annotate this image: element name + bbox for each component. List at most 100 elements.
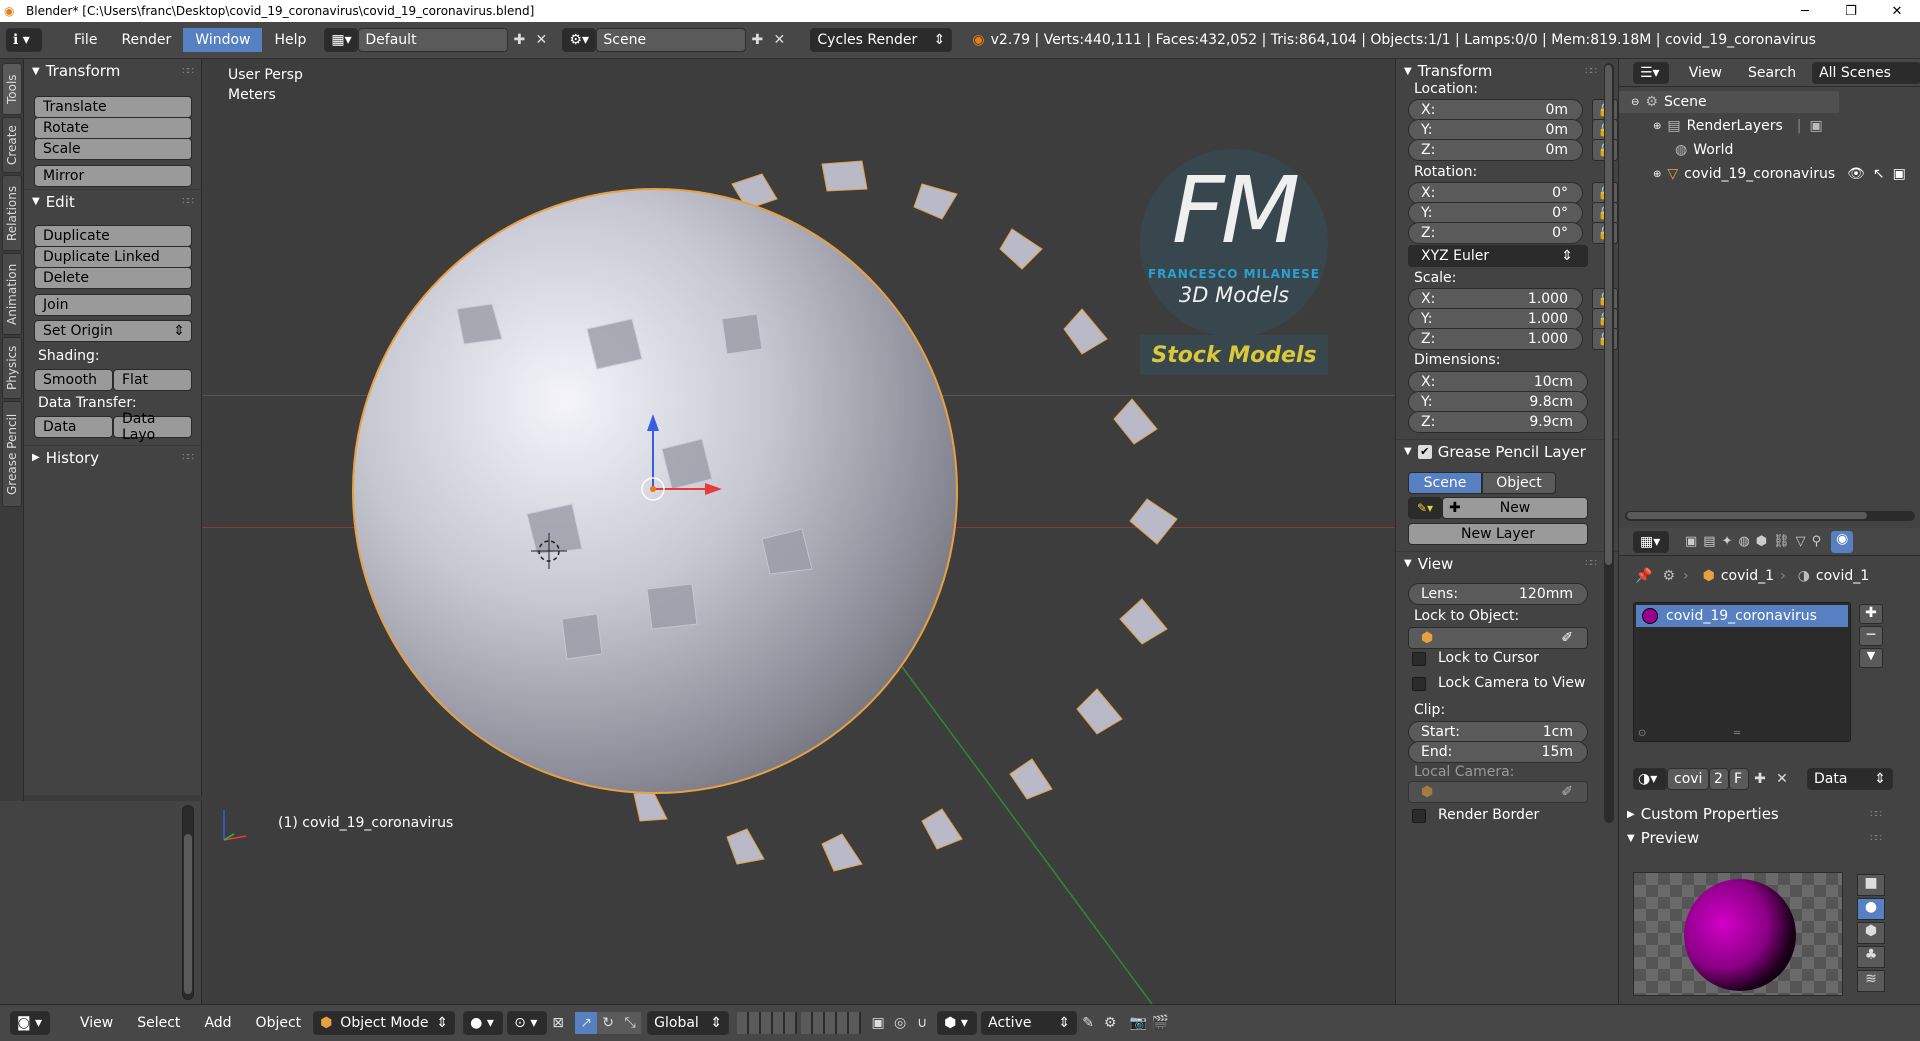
pencil-icon[interactable]: ✎▾ xyxy=(1408,497,1442,519)
data-layout-button[interactable]: Data Layo xyxy=(113,411,192,443)
lock-object-field[interactable]: ⬢ ✐ xyxy=(1408,627,1588,649)
drag-grip-icon[interactable]: ∷∷ xyxy=(1585,66,1597,77)
eyedropper-icon[interactable]: ✐ xyxy=(1561,630,1573,646)
menu-object[interactable]: Object xyxy=(244,1015,314,1031)
fake-user-button[interactable]: F xyxy=(1729,768,1749,790)
eye-icon[interactable]: 👁 xyxy=(1847,166,1865,182)
gp-new-button[interactable]: ✚ New xyxy=(1442,497,1588,519)
maximize-button[interactable]: ❐ xyxy=(1828,4,1874,19)
location-z-field[interactable]: Z: 0m xyxy=(1408,139,1583,161)
delete-button[interactable]: Delete xyxy=(34,267,192,289)
snap-target-select[interactable]: Active ⇕ xyxy=(981,1011,1078,1035)
remove-scene-icon[interactable]: ✕ xyxy=(768,29,790,51)
dimension-x-field[interactable]: X: 10cm xyxy=(1408,371,1588,393)
material-slot-list[interactable]: covid_19_coronavirus ⊙ ═ xyxy=(1633,602,1851,742)
set-origin-select[interactable]: Set Origin ⇕ xyxy=(34,320,192,342)
menu-add[interactable]: Add xyxy=(192,1015,243,1031)
pin-icon[interactable]: 📌 xyxy=(1635,568,1652,584)
opengl-render-icon[interactable]: 📷 xyxy=(1127,1012,1149,1034)
shading-mode-icon[interactable]: ● ▾ xyxy=(463,1011,504,1035)
outliner-search-menu[interactable]: Search xyxy=(1748,65,1796,81)
flat-button[interactable]: Flat xyxy=(113,369,192,391)
add-slot-icon[interactable]: ✚ xyxy=(1859,604,1883,624)
data-button[interactable]: Data xyxy=(34,416,113,438)
preview-monkey-icon[interactable]: ♣ xyxy=(1857,946,1885,968)
scale-z-field[interactable]: Z: 1.000 xyxy=(1408,328,1583,350)
lock-to-cursor-checkbox[interactable] xyxy=(1412,652,1426,666)
proportional-edit-icon[interactable]: ◎ xyxy=(889,1012,911,1034)
remove-slot-icon[interactable]: ─ xyxy=(1859,626,1883,646)
transform-orientation-select[interactable]: Global ⇕ xyxy=(647,1011,730,1035)
render-animation-icon[interactable]: 🎬 xyxy=(1149,1012,1171,1034)
close-button[interactable]: ✕ xyxy=(1874,4,1920,19)
tab-tools[interactable]: Tools xyxy=(2,63,22,115)
outliner-item-object[interactable]: ⊕ ▽ covid_19_coronavirus 👁 ↖ ▣ xyxy=(1619,163,1920,185)
view-panel-header[interactable]: ▼ View ∷∷ xyxy=(1396,551,1618,575)
scene-field[interactable]: Scene xyxy=(596,28,747,52)
menu-view[interactable]: View xyxy=(68,1015,125,1031)
remove-screen-icon[interactable]: ✕ xyxy=(530,29,552,51)
material-link-select[interactable]: Data ⇕ xyxy=(1807,768,1893,790)
duplicate-button[interactable]: Duplicate xyxy=(34,225,192,247)
translate-button[interactable]: Translate xyxy=(34,96,192,118)
screen-layout-icon[interactable]: ▦▾ xyxy=(324,28,359,52)
gp-object-toggle[interactable]: Object xyxy=(1482,472,1556,494)
pivot-point-icon[interactable]: ⊙ ▾ xyxy=(507,1011,548,1035)
outliner-editor-icon[interactable]: ☰▾ xyxy=(1633,61,1669,84)
rotation-x-field[interactable]: X: 0° xyxy=(1408,182,1583,204)
outliner-filter-select[interactable]: All Scenes xyxy=(1812,61,1920,84)
manipulator-toggle-icon[interactable]: ⊠ xyxy=(547,1012,569,1034)
checkbox-checked-icon[interactable]: ✔ xyxy=(1417,444,1432,459)
gp-scene-toggle[interactable]: Scene xyxy=(1408,472,1482,494)
scrollbar-thumb[interactable] xyxy=(184,834,192,994)
preview-cube-icon[interactable]: ⬢ xyxy=(1857,922,1885,944)
transform-panel-header[interactable]: ▼ Transform ∷∷ xyxy=(24,59,201,83)
tab-grease-pencil[interactable]: Grease Pencil xyxy=(2,401,22,507)
drag-grip-icon[interactable]: ∷∷ xyxy=(1585,558,1597,569)
properties-editor-icon[interactable]: ▦▾ xyxy=(1633,530,1669,553)
clip-start-field[interactable]: Start: 1cm xyxy=(1408,721,1588,743)
rotate-button[interactable]: Rotate xyxy=(34,117,192,139)
expand-icon[interactable]: ⊕ xyxy=(1653,121,1661,132)
n-transform-header[interactable]: ▼ Transform ∷∷ xyxy=(1396,59,1618,83)
outliner-hscrollbar[interactable] xyxy=(1625,511,1915,521)
menu-render[interactable]: Render xyxy=(109,28,183,52)
preview-sphere-icon[interactable]: ● xyxy=(1857,898,1885,920)
render-camera-icon[interactable]: ▣ xyxy=(1893,166,1906,182)
scale-y-field[interactable]: Y: 1.000 xyxy=(1408,308,1583,330)
collapse-icon[interactable]: ⊖ xyxy=(1631,97,1639,108)
preview-header[interactable]: ▼ Preview ∷∷ xyxy=(1619,826,1889,850)
scale-manipulator-icon[interactable]: ⤡ xyxy=(619,1012,642,1034)
tab-relations[interactable]: Relations xyxy=(2,175,22,251)
screen-layout-field[interactable]: Default xyxy=(358,28,509,52)
drag-grip-icon[interactable]: ∷∷ xyxy=(182,66,194,77)
lock-camera-checkbox[interactable] xyxy=(1412,677,1426,691)
layer-lock-icon[interactable]: ▣ xyxy=(867,1012,889,1034)
menu-window[interactable]: Window xyxy=(183,28,263,52)
scrollbar[interactable] xyxy=(182,805,194,1000)
location-y-field[interactable]: Y: 0m xyxy=(1408,119,1583,141)
material-slot-item[interactable]: covid_19_coronavirus xyxy=(1636,605,1848,627)
interaction-mode-select[interactable]: ⬢ Object Mode ⇕ xyxy=(313,1011,456,1035)
list-resize-icon[interactable]: ⊙ xyxy=(1638,728,1646,739)
editor-type-3d-icon[interactable]: ◙ ▾ xyxy=(10,1011,50,1035)
drag-grip-icon[interactable]: ∷∷ xyxy=(182,452,194,463)
location-x-field[interactable]: X: 0m xyxy=(1408,99,1583,121)
rotation-y-field[interactable]: Y: 0° xyxy=(1408,202,1583,224)
duplicate-linked-button[interactable]: Duplicate Linked xyxy=(34,246,192,268)
scale-button[interactable]: Scale xyxy=(34,138,192,160)
tab-animation[interactable]: Animation xyxy=(2,253,22,335)
add-material-icon[interactable]: ✚ xyxy=(1749,768,1771,790)
material-users[interactable]: 2 xyxy=(1709,768,1729,790)
properties-tab-icons[interactable]: ▣▤✦◍⬢⛓▽⚲ xyxy=(1685,534,1827,549)
outliner-item-scene[interactable]: ⊖ ⚙ Scene xyxy=(1619,91,1839,113)
add-screen-icon[interactable]: ✚ xyxy=(508,29,530,51)
rotation-z-field[interactable]: Z: 0° xyxy=(1408,222,1583,244)
tab-create[interactable]: Create xyxy=(2,117,22,173)
layer-buttons-1[interactable] xyxy=(737,1012,798,1034)
cursor-select-icon[interactable]: ↖ xyxy=(1873,166,1885,182)
outliner-view-menu[interactable]: View xyxy=(1689,65,1722,81)
3d-viewport[interactable]: User Persp Meters (1) covid_19_coronavir… xyxy=(202,59,1395,1004)
snap-icon[interactable]: ∪ xyxy=(911,1012,933,1034)
lens-field[interactable]: Lens: 120mm xyxy=(1408,583,1588,605)
